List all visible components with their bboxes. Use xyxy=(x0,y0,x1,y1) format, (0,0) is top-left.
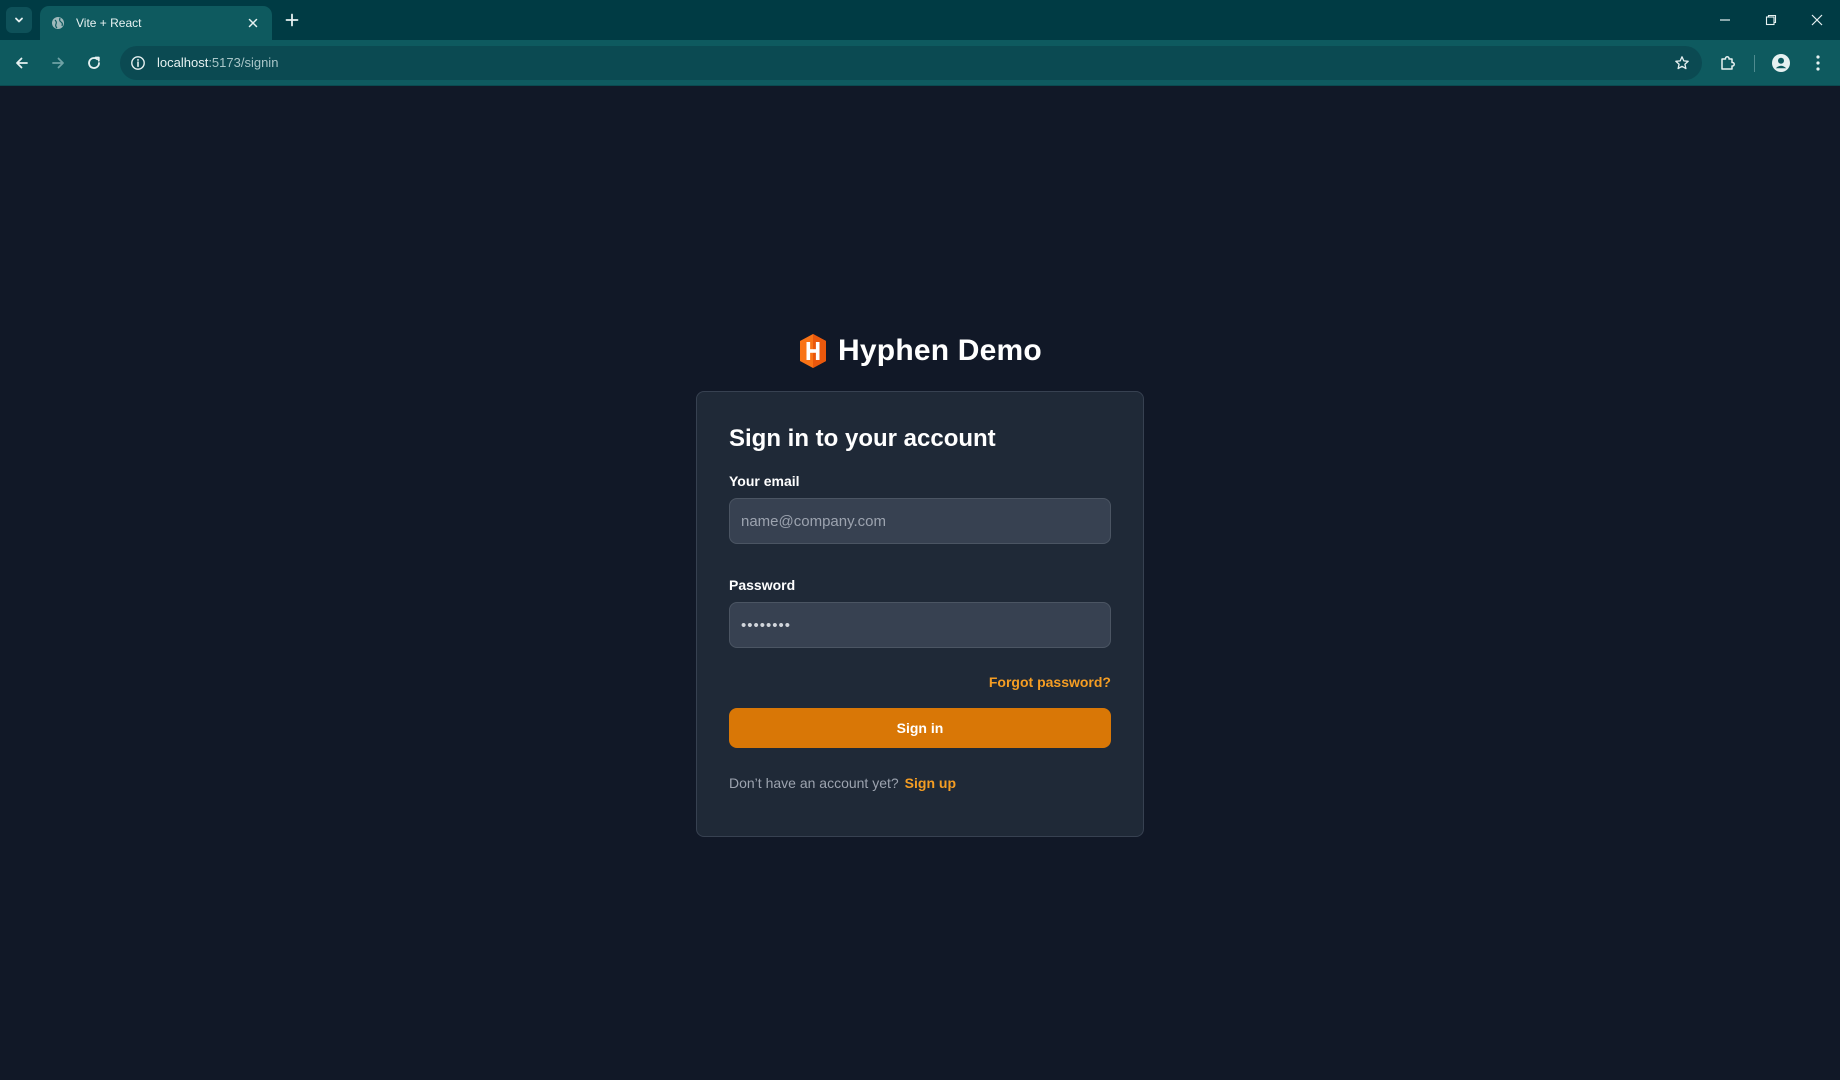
brand-name: Hyphen Demo xyxy=(838,334,1042,367)
chevron-down-icon xyxy=(15,17,23,23)
tab-title: Vite + React xyxy=(76,16,142,30)
extensions-button[interactable] xyxy=(1717,52,1739,74)
signup-link[interactable]: Sign up xyxy=(905,775,956,791)
forward-button[interactable] xyxy=(46,51,70,75)
brand-header: Hyphen Demo xyxy=(0,331,1840,371)
star-icon[interactable] xyxy=(1674,55,1690,71)
email-label: Your email xyxy=(729,473,800,489)
person-icon xyxy=(1772,54,1790,72)
email-field-group: Your email xyxy=(729,473,1111,544)
reload-button[interactable] xyxy=(82,51,106,75)
signin-title: Sign in to your account xyxy=(729,425,996,452)
password-label: Password xyxy=(729,577,796,593)
minimize-button[interactable] xyxy=(1702,0,1748,40)
new-tab-button[interactable] xyxy=(282,10,302,30)
close-icon[interactable] xyxy=(244,14,262,32)
password-field[interactable] xyxy=(729,602,1111,648)
signin-card: Sign in to your account Your email Passw… xyxy=(696,391,1144,837)
info-icon[interactable] xyxy=(130,55,146,71)
close-window-button[interactable] xyxy=(1794,0,1840,40)
restore-icon xyxy=(1765,14,1777,26)
address-bar[interactable]: localhost:5173/signin xyxy=(120,46,1702,80)
hyphen-logo-icon xyxy=(800,334,827,368)
profile-button[interactable] xyxy=(1770,52,1792,74)
arrow-left-icon xyxy=(16,57,28,69)
globe-icon xyxy=(50,15,66,31)
restore-button[interactable] xyxy=(1748,0,1794,40)
tab-search-button[interactable] xyxy=(6,7,32,33)
signin-button[interactable]: Sign in xyxy=(729,708,1111,748)
signup-prompt: Don’t have an account yet? Sign up xyxy=(729,775,1111,791)
url-host: localhost xyxy=(157,55,209,70)
password-field-group: Password xyxy=(729,577,1111,648)
forgot-password-row: Forgot password? xyxy=(729,674,1111,694)
browser-tab-strip: Vite + React xyxy=(0,0,1840,40)
minimize-icon xyxy=(1720,19,1730,21)
email-field[interactable] xyxy=(729,498,1111,544)
no-account-text: Don’t have an account yet? xyxy=(729,775,899,791)
browser-tab-active[interactable]: Vite + React xyxy=(40,6,272,40)
browser-toolbar: localhost:5173/signin xyxy=(0,40,1840,86)
close-window-icon xyxy=(1811,14,1823,26)
reload-icon xyxy=(88,56,100,69)
url-text: localhost:5173/signin xyxy=(157,55,278,70)
toolbar-divider xyxy=(1754,55,1755,72)
browser-menu-button[interactable] xyxy=(1807,52,1829,74)
puzzle-icon xyxy=(1721,56,1735,70)
forgot-password-link[interactable]: Forgot password? xyxy=(989,674,1111,690)
kebab-menu-icon xyxy=(1816,55,1820,71)
plus-icon xyxy=(285,13,299,27)
back-button[interactable] xyxy=(10,51,34,75)
arrow-right-icon xyxy=(52,57,64,69)
url-path: :5173/signin xyxy=(208,55,279,70)
